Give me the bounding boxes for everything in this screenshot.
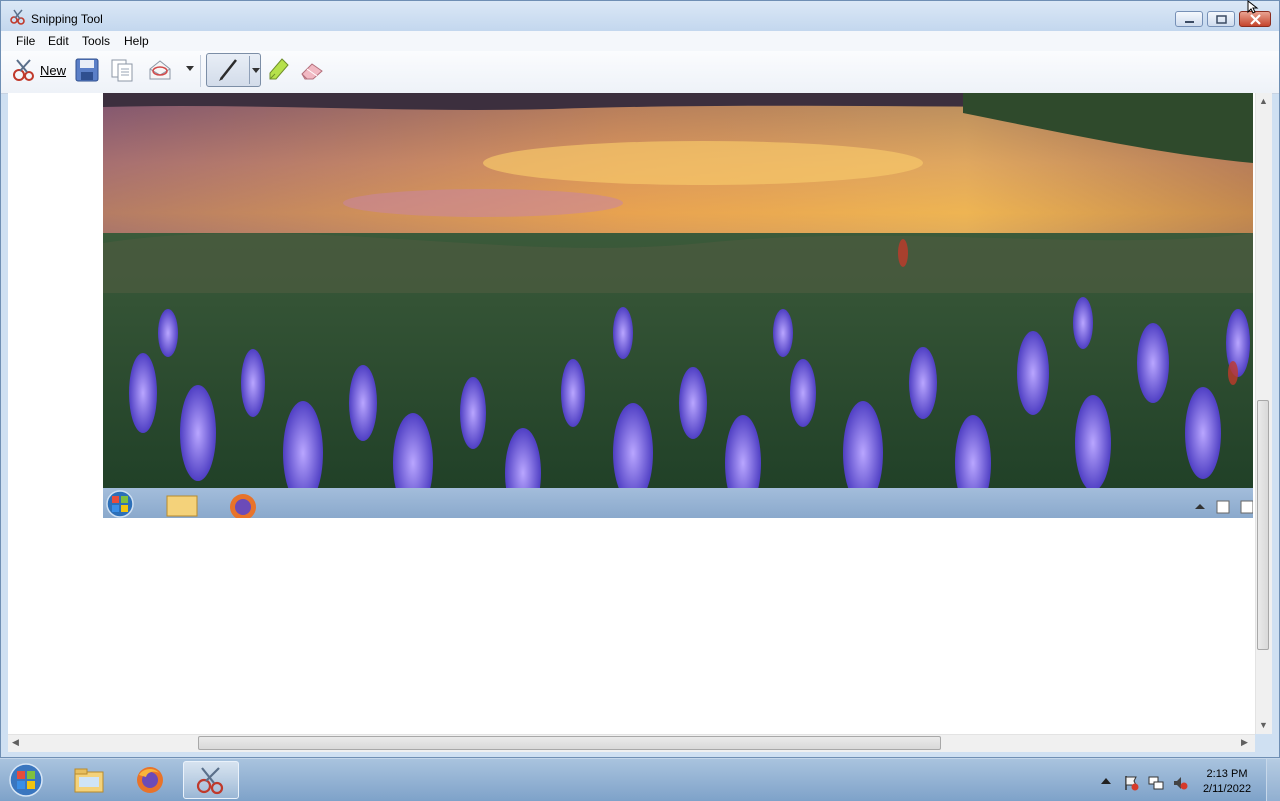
pen-icon — [219, 59, 237, 81]
folder-icon — [74, 768, 104, 793]
taskbar-explorer[interactable] — [61, 761, 117, 799]
scroll-down-icon[interactable]: ▼ — [1259, 720, 1268, 730]
taskbar-snipping-tool[interactable] — [183, 761, 239, 799]
clock-date: 2/11/2022 — [1202, 783, 1252, 795]
copy-icon[interactable] — [109, 57, 135, 83]
new-label: New — [40, 63, 67, 78]
send-snip-icon[interactable] — [147, 57, 173, 83]
taskbar-firefox[interactable] — [122, 761, 178, 799]
show-desktop-button[interactable] — [1266, 759, 1280, 801]
highlighter-icon[interactable] — [266, 57, 292, 83]
title-bar[interactable]: Snipping Tool — [1, 1, 1279, 31]
snip-canvas[interactable] — [8, 93, 1255, 734]
new-snip-icon — [13, 59, 34, 81]
toolbar-separator — [200, 55, 201, 87]
window-title: Snipping Tool — [31, 12, 103, 26]
volume-muted-icon[interactable] — [1172, 775, 1188, 791]
save-icon[interactable] — [74, 57, 100, 83]
firefox-icon — [137, 767, 163, 793]
start-button-icon[interactable] — [6, 762, 46, 798]
menu-bar: File Edit Tools Help — [1, 31, 1279, 52]
captured-screenshot — [103, 93, 1253, 518]
scissors-icon — [196, 767, 224, 795]
scroll-right-icon[interactable]: ▶ — [1241, 737, 1248, 748]
scroll-left-icon[interactable]: ◀ — [12, 737, 19, 748]
menu-help[interactable]: Help — [124, 34, 149, 48]
new-snip-button[interactable]: New — [9, 55, 69, 87]
scissors-icon — [10, 9, 25, 25]
mouse-cursor-icon — [1247, 0, 1259, 14]
minimize-button[interactable] — [1175, 11, 1203, 27]
eraser-icon[interactable] — [299, 57, 325, 83]
action-center-icon[interactable] — [1123, 775, 1139, 791]
pen-button[interactable] — [206, 53, 261, 87]
show-hidden-icons-icon[interactable] — [1101, 778, 1111, 784]
taskbar-clock[interactable]: 2:13 PM 2/11/2022 — [1196, 767, 1258, 797]
pen-dropdown-icon[interactable] — [252, 68, 261, 74]
menu-edit[interactable]: Edit — [48, 34, 69, 48]
network-icon[interactable] — [1148, 775, 1164, 791]
close-icon — [1250, 14, 1261, 25]
horizontal-scroll-thumb[interactable] — [198, 736, 941, 750]
menu-file[interactable]: File — [16, 34, 35, 48]
taskbar: 2:13 PM 2/11/2022 — [0, 758, 1280, 801]
maximize-icon — [1216, 15, 1227, 24]
toolbar: New — [1, 51, 1279, 94]
minimize-icon — [1185, 21, 1194, 23]
send-dropdown-icon[interactable] — [186, 66, 195, 72]
vertical-scroll-thumb[interactable] — [1257, 400, 1269, 650]
maximize-button[interactable] — [1207, 11, 1235, 27]
pen-divider — [249, 56, 250, 84]
scroll-up-icon[interactable]: ▲ — [1259, 96, 1268, 106]
menu-tools[interactable]: Tools — [82, 34, 110, 48]
clock-time: 2:13 PM — [1206, 768, 1248, 780]
